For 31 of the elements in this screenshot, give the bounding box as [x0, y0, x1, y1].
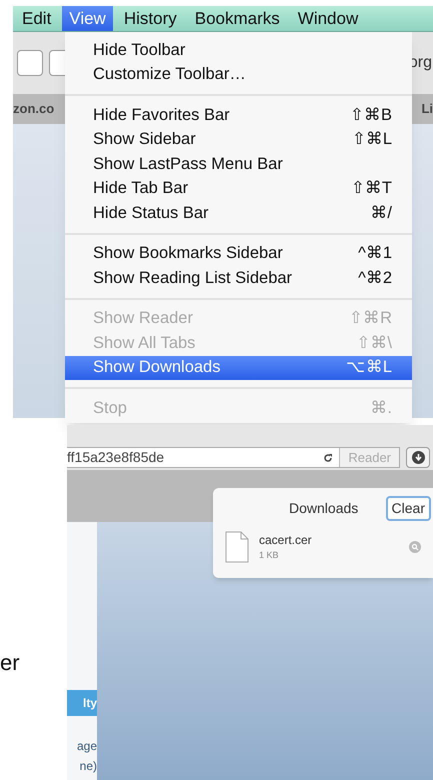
menu-item[interactable]: Show LastPass Menu Bar	[65, 152, 412, 176]
reload-icon[interactable]	[323, 452, 334, 462]
file-icon	[225, 531, 249, 563]
file-name: cacert.cer	[259, 532, 313, 550]
menu-item[interactable]: Customize Toolbar…	[65, 62, 412, 87]
address-field[interactable]: ff15a23e8f85de Reader	[67, 447, 400, 468]
menu-item[interactable]: Hide Toolbar	[65, 38, 412, 62]
menu-item[interactable]: Show Downloads ⌥⌘L	[65, 356, 412, 380]
menu-bar-item[interactable]: Bookmarks	[188, 6, 287, 31]
clear-button[interactable]: Clear	[386, 496, 431, 521]
menu-bar-item[interactable]: Window	[290, 6, 366, 31]
bookmark-text: zon.co	[13, 100, 54, 118]
menu-item[interactable]: Show Sidebar ⇧⌘L	[65, 128, 412, 152]
menu-bar-item[interactable]: View	[62, 6, 113, 31]
bookmark-text: Li	[421, 100, 433, 118]
download-icon	[412, 451, 424, 464]
menu-item[interactable]: Hide Favorites Bar ⇧⌘B	[65, 103, 412, 128]
page-text: ne)	[80, 758, 97, 775]
page-text: age	[76, 738, 97, 755]
page-band: lty	[67, 690, 97, 716]
menu-bar-item[interactable]: Edit	[15, 6, 58, 31]
document-text: er	[0, 649, 21, 677]
magnifier-icon[interactable]	[409, 541, 421, 553]
menu-item[interactable]: Hide Status Bar ⌘/	[65, 201, 412, 226]
menu-item[interactable]: Hide Tab Bar ⇧⌘T	[65, 176, 412, 201]
downloads-button[interactable]	[406, 447, 430, 468]
menu-item[interactable]: Show Reading List Sidebar ^⌘2	[65, 266, 412, 290]
menu-bar-item[interactable]: History	[116, 6, 184, 31]
menu-item[interactable]: Show Bookmarks Sidebar ^⌘1	[65, 242, 412, 266]
file-size: 1 KB	[259, 549, 280, 562]
popover-title: Downloads	[289, 499, 358, 518]
